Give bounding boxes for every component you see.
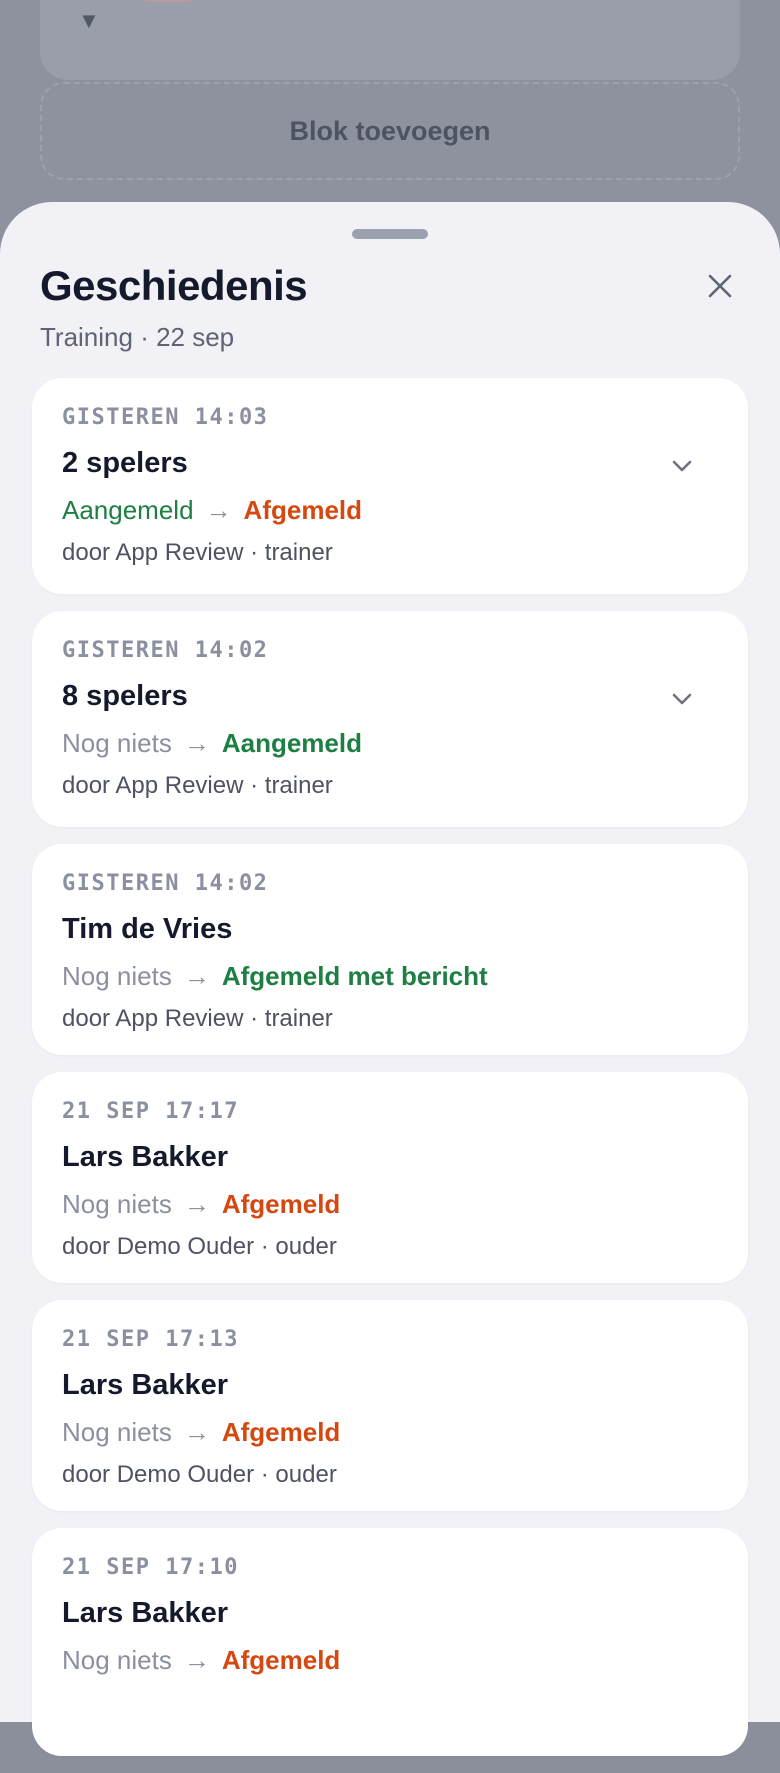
entry-status-change: Nog niets → Afgemeld <box>62 1414 718 1450</box>
entry-timestamp: GISTEREN 14:03 <box>62 405 269 430</box>
entry-status-change: Nog niets → Afgemeld <box>62 1642 718 1678</box>
entry-timestamp: GISTEREN 14:02 <box>62 871 269 896</box>
entry-to-status: Afgemeld <box>221 1645 341 1675</box>
history-list: GISTEREN 14:03 2 spelers Aangemeld → Afg… <box>32 378 748 1773</box>
entry-from-status: Nog niets <box>62 961 172 991</box>
expand-button[interactable] <box>668 452 696 480</box>
arrow-right-icon: → <box>183 961 210 991</box>
add-block-label: Blok toevoegen <box>289 115 491 146</box>
expand-button[interactable] <box>668 685 696 713</box>
entry-status-change: Nog niets → Afgemeld <box>62 1186 718 1222</box>
arrow-right-icon: → <box>205 495 232 525</box>
entry-from-status: Nog niets <box>62 1417 172 1447</box>
entry-status-change: Aangemeld → Afgemeld <box>62 492 718 528</box>
add-block-button[interactable]: Blok toevoegen <box>40 82 740 180</box>
entry-from-status: Nog niets <box>62 1645 172 1675</box>
history-entry: 21 SEP 17:13 Lars Bakker Nog niets → Afg… <box>32 1300 748 1511</box>
entry-author: door App Review · trainer <box>62 772 333 799</box>
background-badge <box>140 0 196 2</box>
entry-subject: Tim de Vries <box>62 913 233 945</box>
sheet-subtitle: Training · 22 sep <box>40 322 235 352</box>
entry-timestamp: 21 SEP 17:17 <box>62 1099 239 1124</box>
entry-author: door Demo Ouder · ouder <box>62 1461 337 1488</box>
entry-author: door App Review · trainer <box>62 539 333 566</box>
chevron-down-icon <box>672 693 692 705</box>
entry-to-status: Aangemeld <box>221 728 362 758</box>
arrow-right-icon: → <box>183 1645 210 1675</box>
entry-from-status: Aangemeld <box>62 495 194 525</box>
history-entry[interactable]: GISTEREN 14:03 2 spelers Aangemeld → Afg… <box>32 378 748 594</box>
entry-to-status: Afgemeld <box>243 495 363 525</box>
history-entry: 21 SEP 17:10 Lars Bakker Nog niets → Afg… <box>32 1528 748 1756</box>
history-entry[interactable]: GISTEREN 14:02 8 spelers Nog niets → Aan… <box>32 611 748 827</box>
entry-timestamp: 21 SEP 17:13 <box>62 1327 239 1352</box>
entry-to-status: Afgemeld <box>221 1189 341 1219</box>
history-entry: GISTEREN 14:02 Tim de Vries Nog niets → … <box>32 844 748 1055</box>
arrow-right-icon: → <box>183 1417 210 1447</box>
entry-from-status: Nog niets <box>62 1189 172 1219</box>
sheet-drag-handle[interactable] <box>352 229 428 239</box>
entry-to-status: Afgemeld met bericht <box>221 961 488 991</box>
entry-subject: 2 spelers <box>62 447 188 479</box>
background-block-card <box>40 0 740 80</box>
entry-subject: Lars Bakker <box>62 1369 229 1401</box>
entry-timestamp: 21 SEP 17:10 <box>62 1555 239 1580</box>
entry-author: door Demo Ouder · ouder <box>62 1233 337 1260</box>
entry-from-status: Nog niets <box>62 728 172 758</box>
entry-status-change: Nog niets → Afgemeld met bericht <box>62 958 718 994</box>
entry-timestamp: GISTEREN 14:02 <box>62 638 269 663</box>
history-entry: 21 SEP 17:17 Lars Bakker Nog niets → Afg… <box>32 1072 748 1283</box>
chevron-down-icon <box>672 460 692 472</box>
entry-subject: Lars Bakker <box>62 1141 229 1173</box>
arrow-right-icon: → <box>183 1189 210 1219</box>
arrow-right-icon: → <box>183 728 210 758</box>
entry-to-status: Afgemeld <box>221 1417 341 1447</box>
close-button[interactable] <box>700 266 740 306</box>
sheet-title: Geschiedenis <box>40 262 308 309</box>
close-icon <box>708 274 732 298</box>
entry-status-change: Nog niets → Aangemeld <box>62 725 718 761</box>
entry-subject: 8 spelers <box>62 680 188 712</box>
entry-subject: Lars Bakker <box>62 1597 229 1629</box>
caret-down-icon: ▼ <box>78 8 100 33</box>
entry-author: door App Review · trainer <box>62 1005 333 1032</box>
